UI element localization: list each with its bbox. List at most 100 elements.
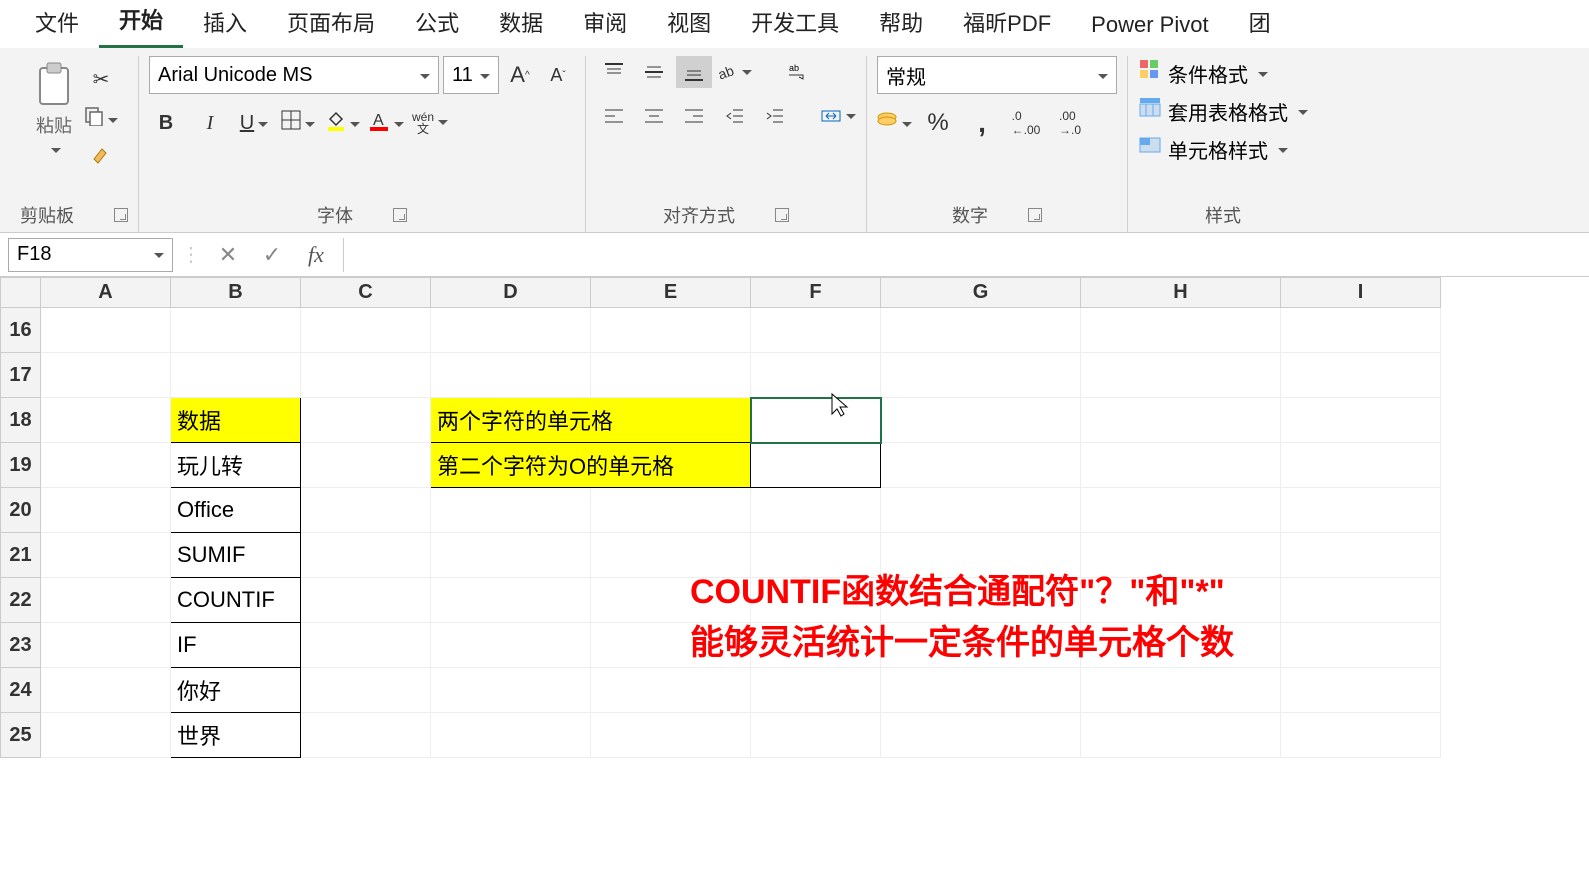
cell-F25[interactable] [751,713,881,758]
paste-button[interactable]: 粘贴 [30,56,78,162]
cell-G18[interactable] [881,398,1081,443]
cell-I20[interactable] [1281,488,1441,533]
cell-D25[interactable] [431,713,591,758]
orientation-button[interactable]: ab [716,56,752,88]
font-dialog-launcher[interactable] [393,208,407,222]
tab-foxit-pdf[interactable]: 福昕PDF [943,0,1071,48]
cell-A25[interactable] [41,713,171,758]
cell-E20[interactable] [591,488,751,533]
cell-E17[interactable] [591,353,751,398]
cell-A24[interactable] [41,668,171,713]
tab-developer[interactable]: 开发工具 [731,0,859,48]
col-header-F[interactable]: F [751,278,881,308]
cell-A19[interactable] [41,443,171,488]
cell-H17[interactable] [1081,353,1281,398]
cell-F18[interactable] [751,398,881,443]
cell-C24[interactable] [301,668,431,713]
wrap-text-button[interactable]: ab [780,56,816,88]
cell-G17[interactable] [881,353,1081,398]
cell-C16[interactable] [301,308,431,353]
cell-E25[interactable] [591,713,751,758]
cell-D21[interactable] [431,533,591,578]
tab-truncated[interactable]: 团 [1229,0,1291,48]
align-middle-button[interactable] [636,56,672,88]
sheet-area[interactable]: ABCDEFGHI161718数据两个字符的单元格19玩儿转第二个字符为O的单元… [0,277,1589,872]
cell-G19[interactable] [881,443,1081,488]
tab-home[interactable]: 开始 [99,0,183,48]
decrease-font-button[interactable]: Aˇ [541,58,575,92]
cell-G25[interactable] [881,713,1081,758]
percent-button[interactable]: % [921,106,955,140]
cell-E24[interactable] [591,668,751,713]
col-header-E[interactable]: E [591,278,751,308]
cell-C17[interactable] [301,353,431,398]
font-size-select[interactable]: 11 [443,56,499,94]
clipboard-dialog-launcher[interactable] [114,208,128,222]
cell-H16[interactable] [1081,308,1281,353]
cell-D16[interactable] [431,308,591,353]
bold-button[interactable]: B [149,106,183,140]
cell-B20[interactable]: Office [171,488,301,533]
cell-C19[interactable] [301,443,431,488]
cell-A20[interactable] [41,488,171,533]
col-header-H[interactable]: H [1081,278,1281,308]
row-header-16[interactable]: 16 [1,308,41,353]
cell-I18[interactable] [1281,398,1441,443]
align-right-button[interactable] [676,100,712,132]
decrease-decimal-button[interactable]: .00→.0 [1053,106,1087,140]
cell-I19[interactable] [1281,443,1441,488]
cell-I16[interactable] [1281,308,1441,353]
italic-button[interactable]: I [193,106,227,140]
row-header-18[interactable]: 18 [1,398,41,443]
cell-A18[interactable] [41,398,171,443]
cell-C18[interactable] [301,398,431,443]
tab-power-pivot[interactable]: Power Pivot [1071,2,1228,48]
merge-center-button[interactable] [820,100,856,132]
row-header-20[interactable]: 20 [1,488,41,533]
formula-input[interactable] [343,238,1589,272]
number-format-select[interactable]: 常规 [877,56,1117,94]
increase-decimal-button[interactable]: .0←.00 [1009,106,1043,140]
cell-D22[interactable] [431,578,591,623]
cell-A21[interactable] [41,533,171,578]
align-center-button[interactable] [636,100,672,132]
cell-D23[interactable] [431,623,591,668]
row-header-17[interactable]: 17 [1,353,41,398]
col-header-B[interactable]: B [171,278,301,308]
cut-button[interactable]: ✂ [84,62,118,96]
tab-file[interactable]: 文件 [15,0,99,48]
tab-help[interactable]: 帮助 [859,0,943,48]
cell-A16[interactable] [41,308,171,353]
cell-C20[interactable] [301,488,431,533]
cell-G16[interactable] [881,308,1081,353]
tab-insert[interactable]: 插入 [183,0,267,48]
enter-formula-button[interactable]: ✓ [255,238,289,272]
align-top-button[interactable] [596,56,632,88]
row-header-23[interactable]: 23 [1,623,41,668]
row-header-24[interactable]: 24 [1,668,41,713]
cell-D18[interactable]: 两个字符的单元格 [431,398,751,443]
row-header-22[interactable]: 22 [1,578,41,623]
select-all-cell[interactable] [1,278,41,308]
border-button[interactable] [281,106,315,140]
cell-F17[interactable] [751,353,881,398]
cell-F20[interactable] [751,488,881,533]
col-header-D[interactable]: D [431,278,591,308]
align-bottom-button[interactable] [676,56,712,88]
font-name-select[interactable]: Arial Unicode MS [149,56,439,94]
cell-H19[interactable] [1081,443,1281,488]
row-header-21[interactable]: 21 [1,533,41,578]
align-left-button[interactable] [596,100,632,132]
cell-C25[interactable] [301,713,431,758]
cell-B19[interactable]: 玩儿转 [171,443,301,488]
accounting-format-button[interactable] [877,106,911,140]
copy-button[interactable] [84,102,118,136]
decrease-indent-button[interactable] [716,100,752,132]
cell-B23[interactable]: IF [171,623,301,668]
cell-A23[interactable] [41,623,171,668]
table-format-button[interactable]: 套用表格格式 [1138,94,1308,128]
phonetic-button[interactable]: wén 文 [413,106,447,140]
cell-H20[interactable] [1081,488,1281,533]
underline-button[interactable]: U [237,106,271,140]
tab-view[interactable]: 视图 [647,0,731,48]
